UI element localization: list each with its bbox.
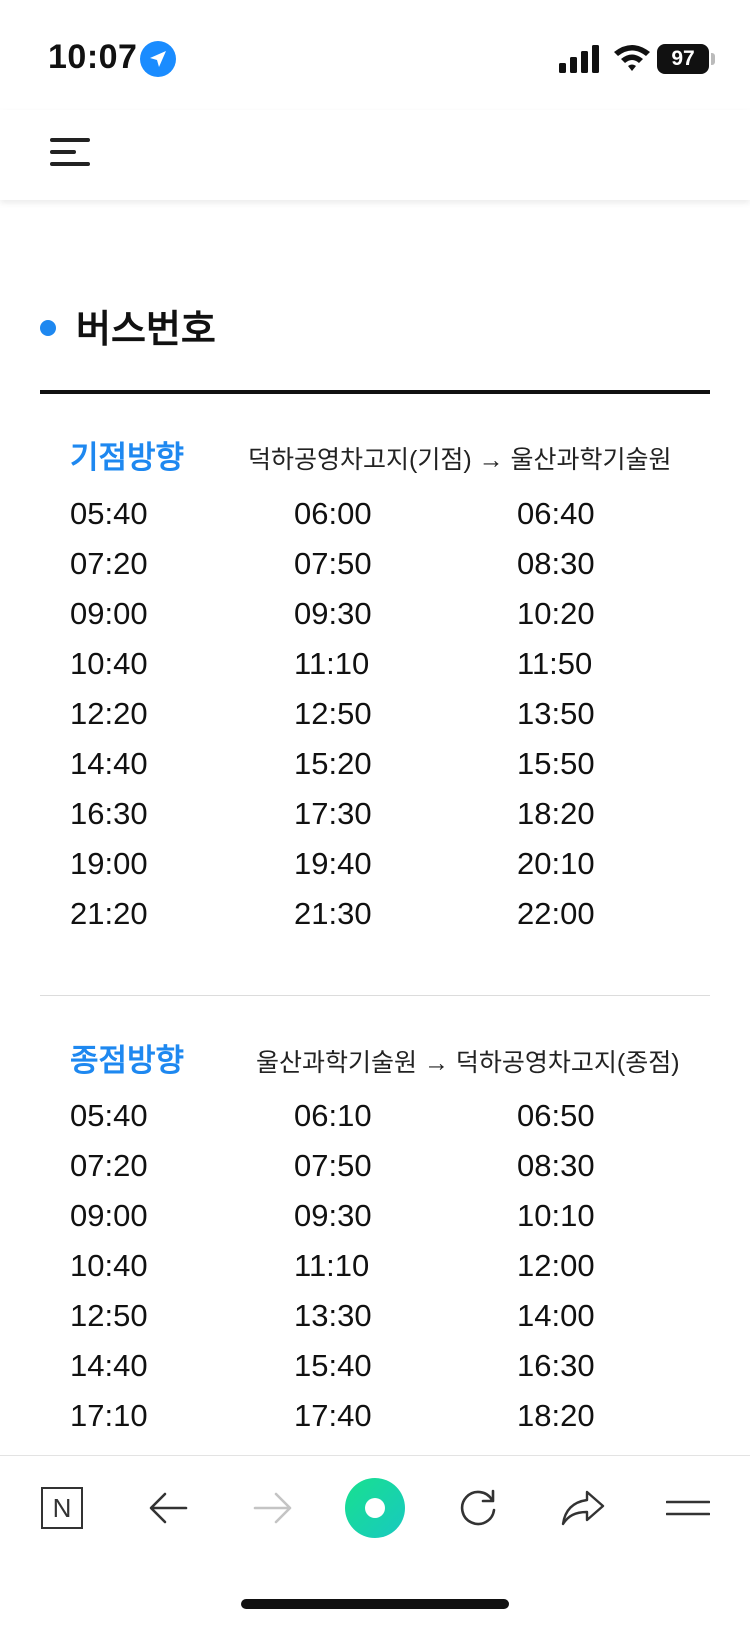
time-row: 10:40 11:10 12:00 — [70, 1241, 710, 1291]
refresh-icon[interactable] — [448, 1478, 508, 1538]
time-row: 05:40 06:10 06:50 — [70, 1091, 710, 1141]
departure-time: 12:50 — [70, 1298, 148, 1333]
departure-time: 15:40 — [294, 1348, 372, 1383]
departure-time: 19:40 — [294, 846, 372, 881]
cellular-signal-icon — [559, 45, 599, 73]
departure-time: 11:10 — [294, 646, 370, 681]
departure-time: 10:40 — [70, 646, 148, 681]
time-row: 16:30 17:30 18:20 — [70, 789, 710, 839]
time-row: 12:20 12:50 13:50 — [70, 689, 710, 739]
divider-thick — [40, 390, 710, 394]
location-arrow-icon — [140, 41, 176, 77]
battery-icon: 97 — [657, 44, 709, 74]
departure-time: 17:10 — [70, 1398, 148, 1433]
departure-time: 08:30 — [517, 1148, 595, 1183]
time-row: 09:00 09:30 10:20 — [70, 589, 710, 639]
bullet-dot-icon — [40, 320, 56, 336]
departure-time: 10:10 — [517, 1198, 595, 1233]
battery-nub — [711, 53, 715, 65]
time-row: 07:20 07:50 08:30 — [70, 1141, 710, 1191]
time-row: 17:10 17:40 18:20 — [70, 1391, 710, 1441]
wifi-icon — [614, 45, 650, 71]
departure-time: 14:40 — [70, 746, 148, 781]
departure-time: 22:00 — [517, 896, 595, 931]
page-title: 버스번호 — [76, 309, 216, 351]
departure-time: 11:50 — [517, 646, 593, 681]
menu-icon[interactable] — [658, 1478, 718, 1538]
departure-time: 20:10 — [517, 846, 595, 881]
departure-time: 10:40 — [70, 1248, 148, 1283]
departure-time: 17:30 — [294, 796, 372, 831]
departure-time: 10:20 — [517, 596, 595, 631]
time-row: 10:40 11:10 11:50 — [70, 639, 710, 689]
departure-time: 06:10 — [294, 1098, 372, 1133]
share-icon[interactable] — [553, 1478, 613, 1538]
browser-toolbar: N — [0, 1455, 750, 1625]
green-dot-icon[interactable] — [345, 1478, 405, 1538]
direction-label-end: 종점방향 — [70, 1043, 185, 1078]
departure-time: 14:40 — [70, 1348, 148, 1383]
departure-time: 15:20 — [294, 746, 372, 781]
forward-arrow-icon[interactable] — [243, 1478, 303, 1538]
time-row: 05:40 06:00 06:40 — [70, 489, 710, 539]
time-row: 12:50 13:30 14:00 — [70, 1291, 710, 1341]
departure-time: 06:40 — [517, 496, 595, 531]
battery-level: 97 — [671, 47, 695, 70]
naver-n-icon[interactable]: N — [32, 1478, 92, 1538]
hamburger-menu-icon[interactable] — [50, 130, 94, 174]
direction-route-start: 덕하공영차고지(기점) → 울산과학기술원 — [248, 446, 672, 474]
time-row: 07:20 07:50 08:30 — [70, 539, 710, 589]
departure-time: 13:30 — [294, 1298, 372, 1333]
departure-time: 09:00 — [70, 596, 148, 631]
departure-time: 06:00 — [294, 496, 372, 531]
divider-thin — [40, 995, 710, 996]
departure-time: 14:00 — [517, 1298, 595, 1333]
departure-time: 12:50 — [294, 696, 372, 731]
departure-time: 12:20 — [70, 696, 148, 731]
departure-time: 21:20 — [70, 896, 148, 931]
top-nav — [0, 110, 750, 200]
departure-time: 09:00 — [70, 1198, 148, 1233]
home-indicator — [241, 1599, 509, 1609]
departure-time: 17:40 — [294, 1398, 372, 1433]
time-row: 14:40 15:20 15:50 — [70, 739, 710, 789]
time-row: 09:00 09:30 10:10 — [70, 1191, 710, 1241]
departure-time: 15:50 — [517, 746, 595, 781]
departure-time: 08:30 — [517, 546, 595, 581]
status-bar: 10:07 97 — [0, 0, 750, 110]
timetable-start: 05:40 06:00 06:40 07:20 07:50 08:30 09:00 09:30… — [70, 489, 710, 939]
direction-route-end: 울산과학기술원 → 덕하공영차고지(종점) — [256, 1049, 680, 1077]
time-row: 19:00 19:40 20:10 — [70, 839, 710, 889]
direction-label-start: 기점방향 — [70, 440, 185, 475]
departure-time: 06:50 — [517, 1098, 595, 1133]
departure-time: 09:30 — [294, 1198, 372, 1233]
departure-time: 18:20 — [517, 796, 595, 831]
departure-time: 13:50 — [517, 696, 595, 731]
departure-time: 07:20 — [70, 1148, 148, 1183]
departure-time: 07:50 — [294, 546, 372, 581]
departure-time: 18:20 — [517, 1398, 595, 1433]
home-letter: N — [41, 1487, 83, 1529]
departure-time: 05:40 — [70, 1098, 148, 1133]
departure-time: 09:30 — [294, 596, 372, 631]
time-row: 21:20 21:30 22:00 — [70, 889, 710, 939]
departure-time: 16:30 — [70, 796, 148, 831]
departure-time: 07:50 — [294, 1148, 372, 1183]
timetable-end: 05:40 06:10 06:50 07:20 07:50 08:30 09:00 09:30… — [70, 1091, 710, 1441]
departure-time: 19:00 — [70, 846, 148, 881]
departure-time: 16:30 — [517, 1348, 595, 1383]
departure-time: 21:30 — [294, 896, 372, 931]
departure-time: 11:10 — [294, 1248, 370, 1283]
back-arrow-icon[interactable] — [138, 1478, 198, 1538]
status-time: 10:07 — [48, 38, 138, 76]
time-row: 14:40 15:40 16:30 — [70, 1341, 710, 1391]
departure-time: 05:40 — [70, 496, 148, 531]
departure-time: 07:20 — [70, 546, 148, 581]
departure-time: 12:00 — [517, 1248, 595, 1283]
